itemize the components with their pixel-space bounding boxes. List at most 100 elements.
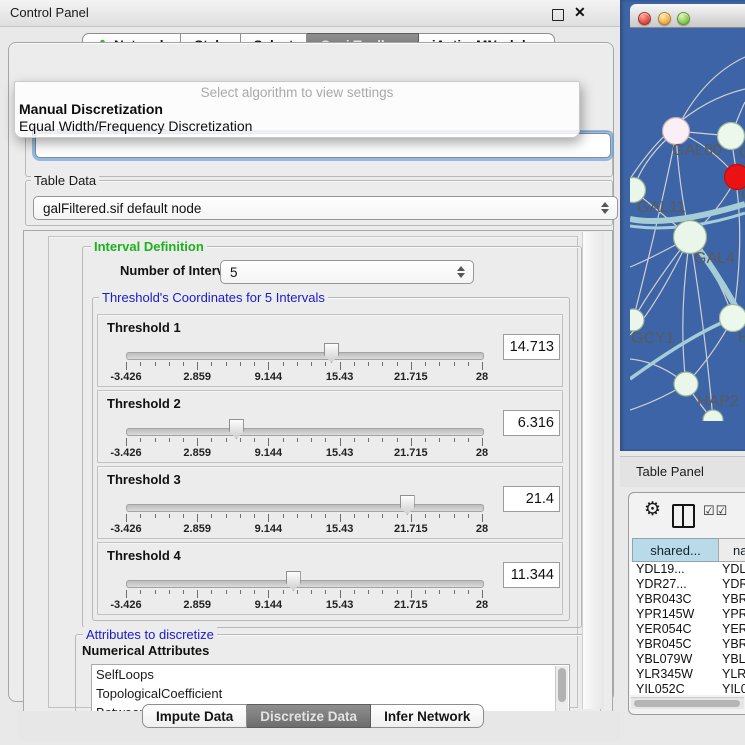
cell-shared-name: YIL052C [636,682,685,695]
network-node-hap2[interactable] [674,372,698,396]
network-node-label: GAL4 [694,250,735,267]
dropdown-options: Manual DiscretizationEqual Width/Frequen… [15,101,579,135]
table-row[interactable]: YER054C YER054C [630,622,745,637]
cell-shared-name: YBR043C [636,592,692,607]
list-scrollbar-thumb[interactable] [558,668,566,702]
network-node-gal80[interactable] [663,118,690,145]
network-canvas[interactable]: GAL80GACGAL11GAL4GCY1HAHAP2 [630,27,745,421]
settings-inner-panel: Interval Definition Number of Intervals … [48,236,578,708]
network-window-titlebar[interactable] [630,4,745,28]
numerical-attributes-label: Numerical Attributes [82,643,209,658]
mac-minimize-icon[interactable] [658,12,671,25]
algorithm-dropdown-popup: Select algorithm to view settings Manual… [14,81,580,138]
threshold-slider-track[interactable] [126,580,484,588]
bottom-tabbar: Impute Data Discretize Data Infer Network [142,704,484,728]
network-node-label: GA [739,145,745,162]
cell-name: YBR043C [722,592,745,607]
viewport-scrollbar[interactable] [582,232,604,709]
slider-tick-labels: -3.4262.8599.14415.4321.71528 [98,523,562,535]
number-of-intervals-combobox[interactable]: 5 [220,260,474,284]
threshold-value-input[interactable] [503,410,560,436]
table-row[interactable]: YIL052CYIL052C [630,682,745,695]
threshold-label: Threshold 2 [107,396,181,411]
slider-ticks [98,514,562,523]
cell-shared-name: YLR345W [636,667,693,682]
tab-label: Discretize Data [260,709,357,724]
dropdown-option[interactable]: Equal Width/Frequency Discretization [15,118,579,135]
table-row[interactable]: YDL19...YDL19 [630,562,745,577]
network-node-label: GAL11 [637,199,686,216]
cell-shared-name: YDR27... [636,577,687,592]
table-row[interactable]: YBR043C YBR043C [630,592,745,607]
attribute-list-item[interactable]: SelfLoops [92,665,569,684]
interval-definition-title: Interval Definition [91,239,207,254]
combobox-spinner-icon [457,266,465,278]
table-row[interactable]: YLR345W YLR345W [630,667,745,682]
threshold-slider-thumb[interactable] [229,419,244,439]
slider-tick-labels: -3.4262.8599.14415.4321.71528 [98,371,562,383]
table-rows: YDL19...YDL19YDR27...YDR27YBR043CYBR043C… [630,562,745,695]
threshold-slider-track[interactable] [126,352,484,360]
threshold-panel: Threshold 3 -3.4262.8599.14415.4321.71528 [97,466,563,539]
network-node-ha[interactable] [720,305,745,332]
attributes-group-title: Attributes to discretize [83,627,217,642]
threshold-slider-track[interactable] [126,428,484,436]
cyni-toolbox-panel: Discretization Algorithm Table Data galF… [8,42,614,702]
network-node-gcy1[interactable] [630,309,644,331]
slider-ticks [98,362,562,371]
threshold-panel: Threshold 4-3.4262.8599.14415.4321.71528 [97,542,563,615]
table-hscrollbar[interactable] [631,697,744,709]
threshold-label: Threshold 3 [107,472,181,487]
threshold-value-input[interactable] [503,486,560,512]
slider-ticks [98,438,562,447]
slider-tick-labels: -3.4262.8599.14415.4321.71528 [98,599,562,611]
network-edge [633,145,674,320]
tab-discretize-data[interactable]: Discretize Data [247,704,371,728]
tab-infer-network[interactable]: Infer Network [371,704,484,728]
checkbox-icons[interactable]: ☑☑ [703,503,728,519]
network-node-label: HAP2 [697,393,739,410]
table-row[interactable]: YBR045C YBR045C [630,637,745,652]
table-data-combobox[interactable]: galFiltered.sif default node [33,196,618,220]
table-row[interactable]: YPR145WYPR145W [630,607,745,622]
control-panel-title: Control Panel [10,5,89,20]
cell-name: YDR27 [722,577,745,592]
threshold-value-input[interactable] [503,562,560,588]
dropdown-prompt-item[interactable]: Select algorithm to view settings [15,84,579,101]
thresholds-group-title: Threshold's Coordinates for 5 Intervals [99,290,328,305]
column-header-shared-name[interactable]: shared... [632,538,719,562]
cell-name: YBR045C [722,637,745,652]
tab-impute-data[interactable]: Impute Data [142,704,247,728]
float-window-icon[interactable] [552,9,564,21]
table-row[interactable]: YDR27... YDR27 [630,577,745,592]
number-of-intervals-value: 5 [230,265,238,280]
network-edge [676,57,745,131]
threshold-panel: Threshold 2-3.4262.8599.14415.4321.71528 [97,390,563,463]
threshold-slider-thumb[interactable] [400,495,415,515]
table-row[interactable]: YBL079WYBL079W [630,652,745,667]
cell-name: YBL079W [722,652,745,667]
close-icon[interactable]: ✕ [574,4,586,21]
column-header-name[interactable]: na [718,538,745,562]
cell-name: YLR345W [722,667,745,682]
cell-name: YER054C [722,622,745,637]
mac-close-icon[interactable] [638,12,651,25]
threshold-slider-track[interactable] [126,504,484,512]
threshold-slider-thumb[interactable] [286,571,301,591]
list-scrollbar[interactable] [555,666,568,712]
threshold-value-input[interactable] [503,334,560,360]
split-pane-icon[interactable] [672,504,695,528]
threshold-slider-thumb[interactable] [324,343,339,363]
control-panel-titlebar: Control Panel ✕ [0,0,620,27]
threshold-label: Threshold 1 [107,320,181,335]
dropdown-option[interactable]: Manual Discretization [15,101,579,118]
network-edge [683,237,690,384]
network-node-gal4[interactable] [674,221,707,254]
gear-icon[interactable]: ⚙ [644,500,661,519]
cell-shared-name: YDL19... [636,562,685,577]
cell-shared-name: YER054C [636,622,692,637]
table-hscrollbar-thumb[interactable] [634,700,740,707]
attribute-list-item[interactable]: TopologicalCoefficient [92,684,569,703]
cell-shared-name: YBR045C [636,637,692,652]
mac-zoom-icon[interactable] [677,12,690,25]
